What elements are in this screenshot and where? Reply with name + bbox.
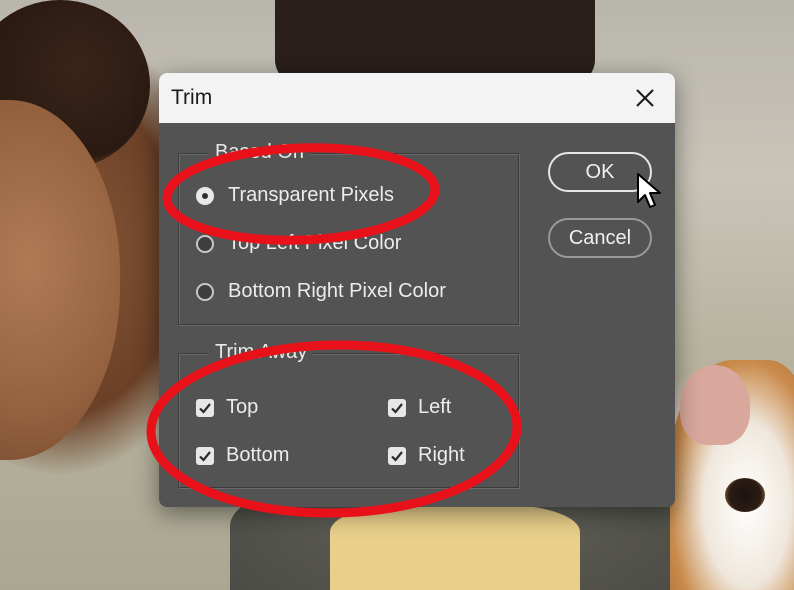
checkmark-icon — [391, 402, 403, 414]
checkmark-icon — [199, 450, 211, 462]
radio-button[interactable] — [196, 234, 214, 253]
arrow-cursor-icon — [637, 173, 661, 208]
cancel-button[interactable]: Cancel — [548, 218, 652, 258]
photo-dog-eye — [725, 478, 765, 512]
checkbox[interactable] — [388, 398, 406, 417]
checkbox[interactable] — [196, 398, 214, 417]
radio-bottom-right-pixel-color[interactable]: Bottom Right Pixel Color — [196, 280, 446, 303]
radio-button[interactable] — [196, 282, 214, 301]
checkbox[interactable] — [388, 446, 406, 465]
trim-dialog: Trim Based On Transparent Pixels Top Lef… — [159, 73, 675, 507]
radio-label: Bottom Right Pixel Color — [228, 280, 446, 302]
trim-away-legend: Trim Away — [209, 340, 314, 364]
based-on-legend: Based On — [209, 140, 310, 164]
photo-collar — [330, 505, 580, 590]
checkmark-icon — [391, 450, 403, 462]
photo-dog-ear — [680, 365, 750, 445]
checkbox-left[interactable]: Left — [388, 396, 451, 419]
based-on-group: Based On Transparent Pixels Top Left Pix… — [178, 140, 519, 325]
checkmark-icon — [199, 402, 211, 414]
close-button[interactable] — [625, 79, 665, 117]
checkbox-top[interactable]: Top — [196, 396, 258, 419]
close-icon — [636, 89, 654, 107]
radio-button-checked[interactable] — [196, 186, 214, 205]
dialog-title: Trim — [171, 86, 213, 109]
checkbox-label: Right — [418, 444, 465, 466]
checkbox-label: Left — [418, 396, 452, 418]
checkbox-right[interactable]: Right — [388, 444, 465, 467]
radio-top-left-pixel-color[interactable]: Top Left Pixel Color — [196, 232, 401, 255]
radio-label: Top Left Pixel Color — [228, 232, 402, 254]
checkbox-label: Bottom — [226, 444, 290, 466]
dialog-titlebar[interactable]: Trim — [159, 73, 675, 123]
radio-transparent-pixels[interactable]: Transparent Pixels — [196, 184, 394, 207]
checkbox-label: Top — [226, 396, 259, 418]
checkbox-bottom[interactable]: Bottom — [196, 444, 289, 467]
checkbox[interactable] — [196, 446, 214, 465]
trim-away-group: Trim Away Top Left Bottom Right — [178, 340, 519, 488]
radio-label: Transparent Pixels — [228, 184, 394, 206]
